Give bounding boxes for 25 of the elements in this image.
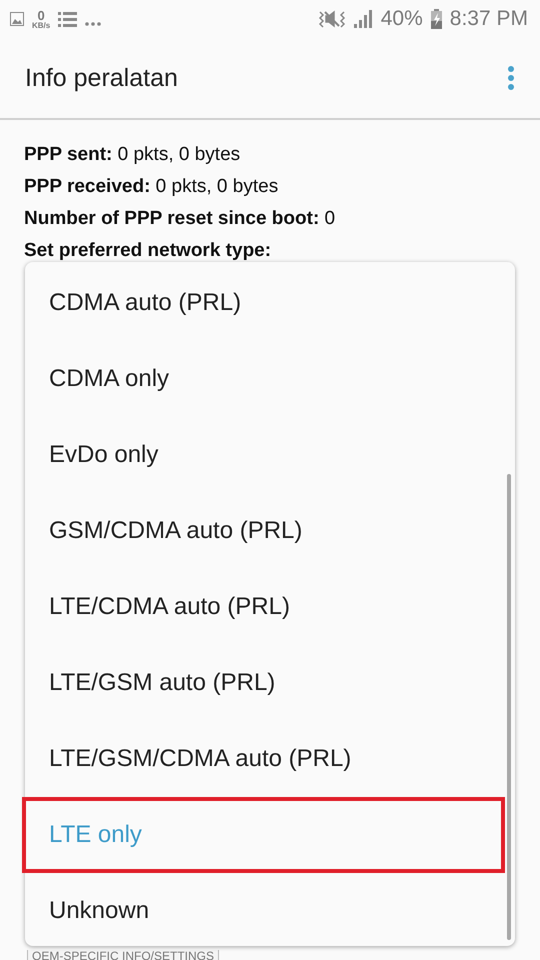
mute-vibrate-icon bbox=[318, 9, 346, 29]
network-type-option[interactable]: Unknown bbox=[22, 873, 505, 949]
battery-percent: 40% bbox=[380, 7, 423, 31]
network-type-option[interactable]: LTE/GSM auto (PRL) bbox=[22, 645, 505, 721]
speed-value: 0 bbox=[38, 8, 45, 22]
network-type-option[interactable]: CDMA only bbox=[22, 341, 505, 417]
clock: 8:37 PM bbox=[450, 7, 528, 31]
signal-icon bbox=[354, 10, 373, 28]
network-type-option[interactable]: EvDo only bbox=[22, 417, 505, 493]
app-title: Info peralatan bbox=[25, 64, 179, 92]
network-type-option[interactable]: CDMA auto (PRL) bbox=[22, 265, 505, 341]
network-type-option[interactable]: GSM/CDMA auto (PRL) bbox=[22, 493, 505, 569]
image-icon bbox=[10, 12, 24, 26]
speed-unit: KB/s bbox=[32, 22, 50, 30]
info-line: PPP received: 0 pkts, 0 bytes bbox=[24, 175, 280, 199]
network-type-option[interactable]: LTE/CDMA auto (PRL) bbox=[22, 569, 505, 645]
battery-charging-icon bbox=[430, 9, 442, 29]
more-options-icon[interactable] bbox=[508, 66, 514, 90]
list-icon bbox=[58, 10, 78, 28]
network-type-option[interactable]: LTE/GSM/CDMA auto (PRL) bbox=[22, 721, 505, 797]
info-line: Number of PPP reset since boot: 0 bbox=[24, 207, 336, 231]
info-line: PPP sent: 0 pkts, 0 bytes bbox=[24, 143, 242, 167]
more-notifications-icon bbox=[85, 22, 102, 26]
oem-settings-button[interactable]: OEM-SPECIFIC INFO/SETTINGS bbox=[27, 950, 220, 960]
info-line: Set preferred network type: bbox=[24, 239, 272, 263]
